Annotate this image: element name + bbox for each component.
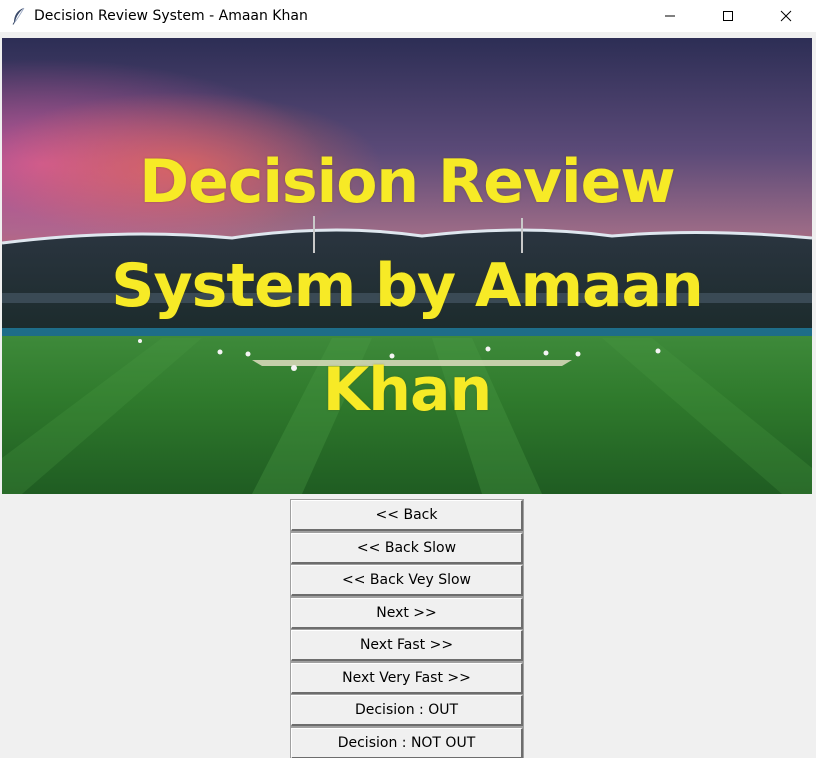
hero-title-line-3: Khan bbox=[322, 355, 492, 425]
back-button[interactable]: << Back bbox=[290, 499, 524, 532]
hero-title: Decision Review System by Amaan Khan bbox=[2, 130, 812, 442]
back-very-slow-button[interactable]: << Back Vey Slow bbox=[290, 564, 524, 597]
back-slow-button[interactable]: << Back Slow bbox=[290, 531, 524, 565]
next-very-fast-button[interactable]: Next Very Fast >> bbox=[290, 661, 524, 695]
app-window: Decision Review System - Amaan Khan Deci… bbox=[0, 0, 816, 758]
minimize-button[interactable] bbox=[647, 0, 693, 32]
close-icon bbox=[780, 7, 792, 26]
feather-icon bbox=[11, 7, 27, 25]
title-bar[interactable]: Decision Review System - Amaan Khan bbox=[0, 0, 816, 32]
next-fast-button[interactable]: Next Fast >> bbox=[290, 629, 524, 662]
minimize-icon bbox=[664, 7, 676, 26]
decision-not-out-button[interactable]: Decision : NOT OUT bbox=[290, 726, 524, 758]
close-button[interactable] bbox=[763, 0, 809, 32]
control-button-stack: << Back << Back Slow << Back Vey Slow Ne… bbox=[290, 499, 524, 758]
next-button[interactable]: Next >> bbox=[290, 596, 524, 630]
maximize-icon bbox=[722, 7, 734, 26]
decision-out-button[interactable]: Decision : OUT bbox=[290, 694, 524, 727]
hero-title-line-2: System by Amaan bbox=[111, 251, 703, 321]
maximize-button[interactable] bbox=[705, 0, 751, 32]
window-title: Decision Review System - Amaan Khan bbox=[34, 8, 308, 24]
hero-banner-image: Decision Review System by Amaan Khan bbox=[2, 38, 812, 494]
hero-title-line-1: Decision Review bbox=[139, 147, 675, 217]
